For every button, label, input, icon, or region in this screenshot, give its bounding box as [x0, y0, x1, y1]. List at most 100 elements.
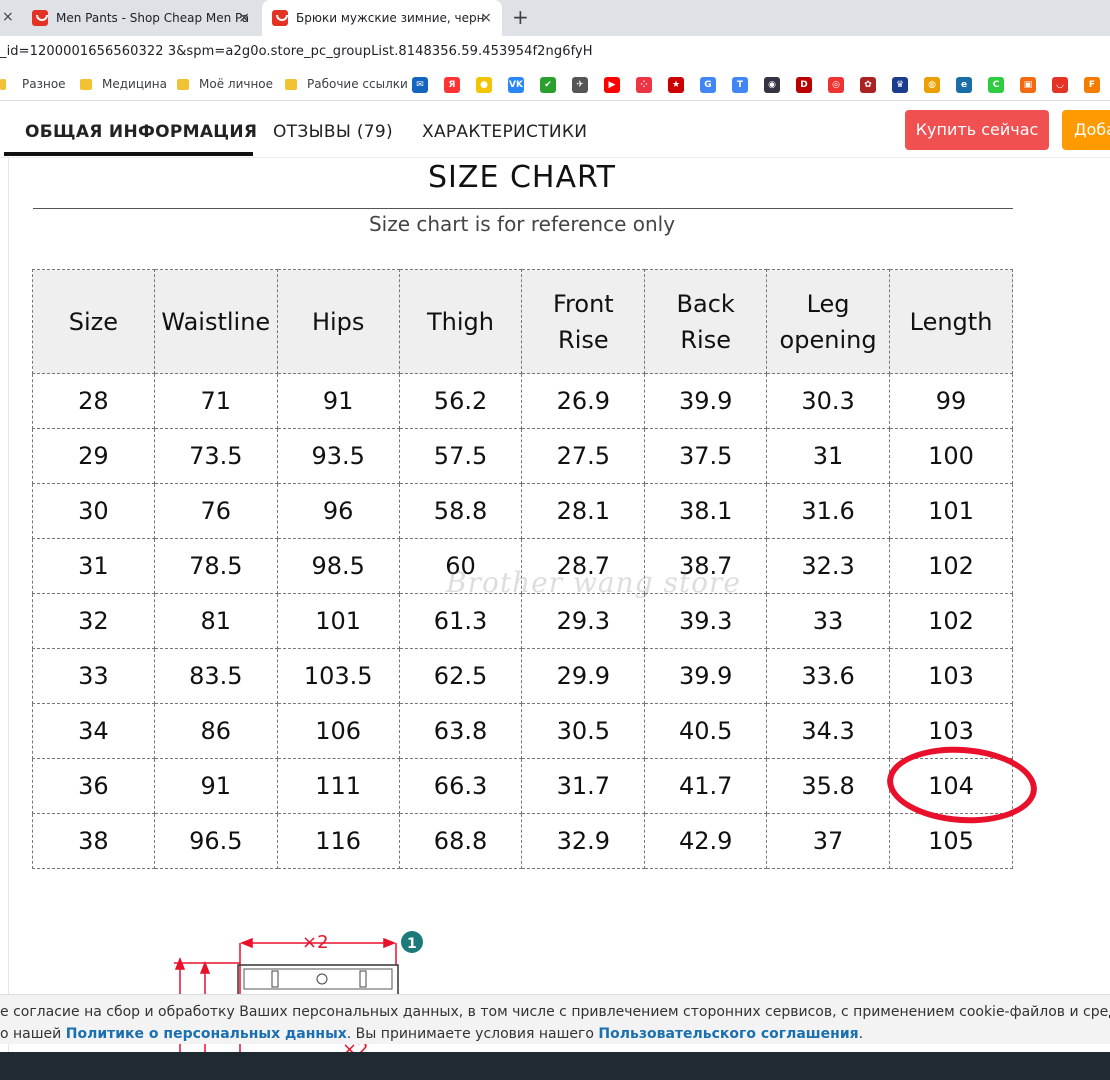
table-row: 28 71 91 56.2 26.9 39.9 30.3 99 — [32, 373, 1013, 429]
table-cell: 58.8 — [398, 483, 523, 539]
cookie-text: . Вы принимаете условия нашего — [346, 1026, 599, 1042]
close-icon[interactable]: × — [2, 9, 14, 25]
address-bar[interactable]: _id=1200001656560322 3&spm=a2g0o.store_p… — [0, 36, 1110, 68]
table-cell: 42.9 — [644, 813, 768, 869]
bookmark-folder-work-links[interactable]: Рабочие ссылки — [285, 77, 408, 91]
tab-general-info[interactable]: ОБЩАЯ ИНФОРМАЦИЯ — [25, 122, 257, 142]
table-cell: 28.1 — [521, 483, 646, 539]
cookie-text: о нашей — [0, 1026, 66, 1042]
table-row: 30 76 96 58.8 28.1 38.1 31.6 101 — [32, 483, 1013, 539]
table-cell: 31.7 — [521, 758, 646, 814]
e-icon[interactable]: e — [956, 77, 972, 93]
table-cell: 102 — [889, 538, 1013, 594]
close-icon[interactable]: × — [480, 10, 492, 26]
google-icon[interactable]: G — [700, 77, 716, 93]
f-icon[interactable]: F — [1084, 77, 1100, 93]
table-cell: 91 — [153, 758, 278, 814]
table-cell: 38.1 — [644, 483, 768, 539]
youtube-icon[interactable]: ▶ — [604, 77, 620, 93]
tab-title: Брюки мужские зимние, черны — [296, 11, 484, 25]
tab-men-pants[interactable]: Men Pants - Shop Cheap Men Pa × — [22, 0, 260, 36]
yandex-icon[interactable]: Я — [444, 77, 460, 93]
table-cell: 32.3 — [766, 538, 891, 594]
tab-reviews[interactable]: ОТЗЫВЫ (79) — [273, 122, 393, 142]
table-cell: 39.9 — [644, 648, 768, 704]
d-icon[interactable]: D — [796, 77, 812, 93]
globe-icon[interactable]: ◉ — [764, 77, 780, 93]
close-icon[interactable]: × — [238, 10, 250, 26]
bookmark-label: Медицина — [102, 77, 167, 91]
header-cell: Leg opening — [766, 269, 891, 374]
table-cell: 106 — [276, 703, 400, 759]
cookie-text-line-2: о нашей Политике о персональных данных. … — [0, 1023, 1110, 1044]
vk-icon[interactable]: VK — [508, 77, 524, 93]
table-cell: 91 — [276, 373, 400, 429]
cookie-text-line-1: е согласие на сбор и обработку Ваших пер… — [0, 1004, 1110, 1020]
active-tab-indicator — [4, 152, 253, 156]
buy-now-button[interactable]: Купить сейчас — [905, 110, 1049, 150]
table-cell: 34 — [32, 703, 155, 759]
table-cell: 30.3 — [766, 373, 891, 429]
add-to-cart-button[interactable]: Добавить в корзину — [1062, 110, 1110, 150]
search-site-icon[interactable]: ◍ — [924, 77, 940, 93]
eagle-icon[interactable]: ♛ — [892, 77, 908, 93]
dots-icon[interactable]: ⁘ — [636, 77, 652, 93]
bookmark-folder-raznoe[interactable]: Разное — [0, 77, 66, 91]
folder-icon — [177, 78, 189, 90]
table-cell: 27.5 — [521, 428, 646, 484]
table-row: 34 86 106 63.8 30.5 40.5 34.3 103 — [32, 703, 1013, 759]
privacy-policy-link[interactable]: Политике о персональных данных — [66, 1026, 347, 1042]
header-cell: Hips — [276, 269, 400, 374]
emblem-icon[interactable]: ★ — [668, 77, 684, 93]
table-cell: 29.3 — [521, 593, 646, 649]
tab-characteristics[interactable]: ХАРАКТЕРИСТИКИ — [422, 122, 587, 142]
table-cell: 63.8 — [398, 703, 523, 759]
table-cell: 35.8 — [766, 758, 891, 814]
table-cell: 66.3 — [398, 758, 523, 814]
aliexpress-icon — [272, 10, 288, 26]
aliexpress-icon — [32, 10, 48, 26]
aliexpress-icon[interactable]: ◡ — [1052, 77, 1068, 93]
table-cell: 33 — [32, 648, 155, 704]
bookmark-label: Моё личное — [199, 77, 274, 91]
table-cell: 34.3 — [766, 703, 891, 759]
table-cell: 62.5 — [398, 648, 523, 704]
table-cell: 68.8 — [398, 813, 523, 869]
lifebuoy-icon[interactable]: ◎ — [828, 77, 844, 93]
bookmark-folder-medicine[interactable]: Медицина — [80, 77, 167, 91]
flower-icon[interactable]: ✿ — [860, 77, 876, 93]
bookmark-folder-personal[interactable]: Моё личное — [177, 77, 273, 91]
table-cell: 39.3 — [644, 593, 768, 649]
table-cell: 40.5 — [644, 703, 768, 759]
table-cell: 96.5 — [153, 813, 278, 869]
tab-bryuki[interactable]: Брюки мужские зимние, черны × — [262, 0, 502, 36]
header-cell: Thigh — [398, 269, 523, 374]
table-row: 38 96.5 116 68.8 32.9 42.9 37 105 — [32, 813, 1013, 869]
check-icon[interactable]: ✔ — [540, 77, 556, 93]
table-cell: 26.9 — [521, 373, 646, 429]
table-cell: 33.6 — [766, 648, 891, 704]
os-taskbar — [0, 1052, 1110, 1080]
new-tab-button[interactable]: + — [512, 5, 529, 29]
table-cell: 39.9 — [644, 373, 768, 429]
table-cell: 103.5 — [276, 648, 400, 704]
c-icon[interactable]: C — [988, 77, 1004, 93]
table-cell: 30.5 — [521, 703, 646, 759]
translate-icon[interactable]: T — [732, 77, 748, 93]
table-row: 33 83.5 103.5 62.5 29.9 39.9 33.6 103 — [32, 648, 1013, 704]
beeline-icon[interactable]: ● — [476, 77, 492, 93]
square-icon[interactable]: ▣ — [1020, 77, 1036, 93]
header-cell: Length — [889, 269, 1013, 374]
url-text: _id=1200001656560322 3&spm=a2g0o.store_p… — [0, 44, 593, 59]
double-width-label: ×2 — [302, 932, 329, 953]
bird-icon[interactable]: ✈ — [572, 77, 588, 93]
folder-icon — [285, 78, 297, 90]
size-chart-subtitle: Size chart is for reference only — [368, 212, 676, 236]
table-cell: 29.9 — [521, 648, 646, 704]
table-cell: 83.5 — [153, 648, 278, 704]
user-agreement-link[interactable]: Пользовательского соглашения — [598, 1026, 858, 1042]
mail-icon[interactable]: ✉ — [412, 77, 428, 93]
tab-title: Men Pants - Shop Cheap Men Pa — [56, 11, 250, 25]
table-cell: 99 — [889, 373, 1013, 429]
table-header-row: Size Waistline Hips Thigh Front Rise Bac… — [32, 269, 1013, 374]
